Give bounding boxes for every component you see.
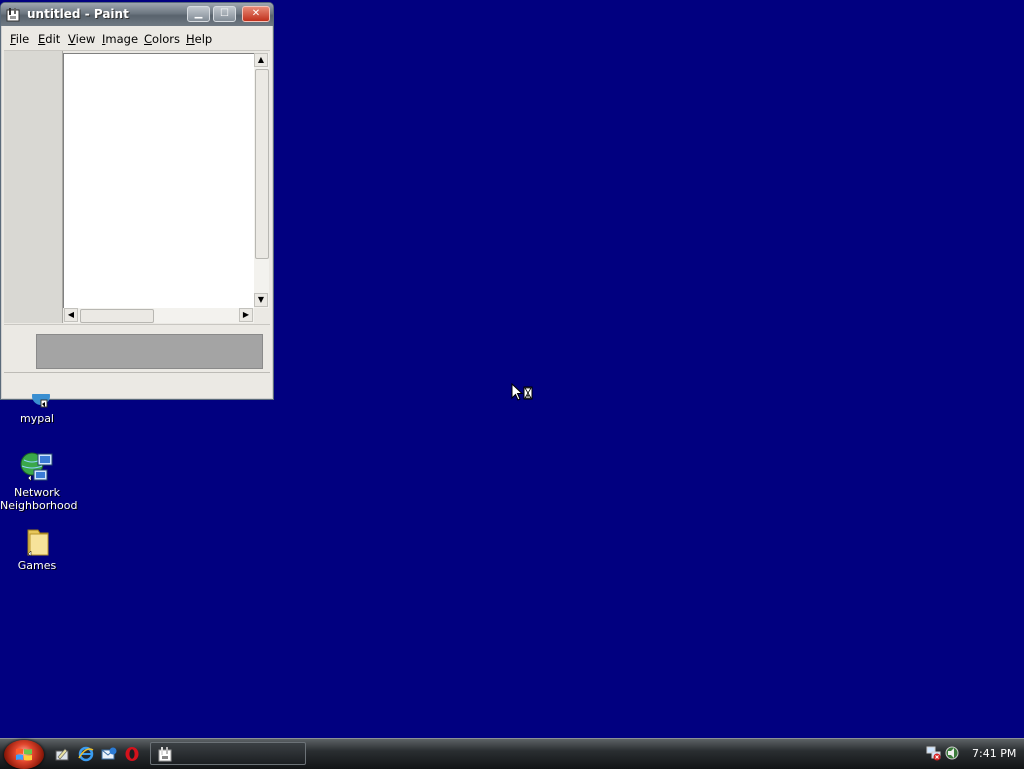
taskbar: 7:41 PM — [0, 738, 1024, 769]
vertical-scrollbar[interactable]: ▲ ▼ — [254, 53, 269, 308]
scroll-right-arrow-icon[interactable]: ▶ — [239, 308, 253, 322]
busy-cursor-icon — [511, 383, 533, 401]
menu-file[interactable]: File — [10, 32, 29, 46]
menu-colors[interactable]: Colors — [144, 32, 180, 46]
toolbox-panel[interactable] — [4, 51, 63, 323]
horizontal-scrollbar[interactable]: ◀ ▶ — [64, 308, 254, 323]
taskbar-button-paint[interactable] — [150, 742, 306, 765]
volume-tray-icon[interactable] — [944, 745, 960, 761]
folder-icon — [27, 529, 49, 557]
internet-explorer-icon[interactable] — [78, 746, 94, 762]
title-bar[interactable]: untitled - Paint ▁ ☐ ✕ — [1, 3, 273, 26]
scroll-up-arrow-icon[interactable]: ▲ — [254, 53, 268, 67]
menu-bar: File Edit View Image Colors Help — [4, 28, 270, 51]
color-palette[interactable] — [36, 334, 263, 369]
scroll-down-arrow-icon[interactable]: ▼ — [254, 293, 268, 307]
menu-help[interactable]: Help — [186, 32, 212, 46]
maximize-button[interactable]: ☐ — [213, 6, 236, 22]
mypal-icon — [32, 394, 50, 408]
network-tray-icon[interactable] — [926, 745, 942, 761]
paint-app-icon[interactable] — [6, 7, 22, 22]
paint-icon — [158, 747, 172, 762]
desktop-icon-label: Games — [17, 559, 57, 572]
close-button[interactable]: ✕ — [242, 6, 270, 22]
window-title: untitled - Paint — [27, 7, 129, 21]
desktop-icon-games[interactable]: Games — [0, 527, 74, 572]
desktop-icon-label-line1: Network — [14, 486, 60, 499]
network-neighborhood-icon — [20, 452, 53, 482]
outlook-express-icon[interactable] — [101, 746, 117, 762]
horizontal-scroll-thumb[interactable] — [80, 309, 154, 323]
desktop-icon-network-neighborhood[interactable]: Network Neighborhood — [0, 452, 78, 512]
scroll-left-arrow-icon[interactable]: ◀ — [64, 308, 78, 322]
menu-edit[interactable]: Edit — [38, 32, 60, 46]
desktop-icon-label: mypal — [19, 412, 54, 425]
color-box-area — [4, 324, 270, 371]
desktop-icon-label-line2: Neighborhood — [0, 499, 78, 512]
drawing-canvas[interactable] — [63, 53, 254, 308]
desktop-icon-mypal[interactable]: mypal — [0, 394, 74, 425]
opera-icon[interactable] — [124, 746, 140, 762]
menu-view[interactable]: View — [68, 32, 95, 46]
menu-image[interactable]: Image — [102, 32, 138, 46]
taskbar-clock[interactable]: 7:41 PM — [972, 747, 1016, 760]
vertical-scroll-thumb[interactable] — [255, 69, 269, 259]
scrollbar-corner — [254, 308, 269, 323]
show-desktop-icon[interactable] — [54, 746, 70, 762]
windows-flag-icon — [16, 748, 32, 761]
minimize-button[interactable]: ▁ — [187, 6, 210, 22]
start-button[interactable] — [4, 740, 44, 769]
paint-window: untitled - Paint ▁ ☐ ✕ File Edit View Im… — [0, 2, 274, 400]
